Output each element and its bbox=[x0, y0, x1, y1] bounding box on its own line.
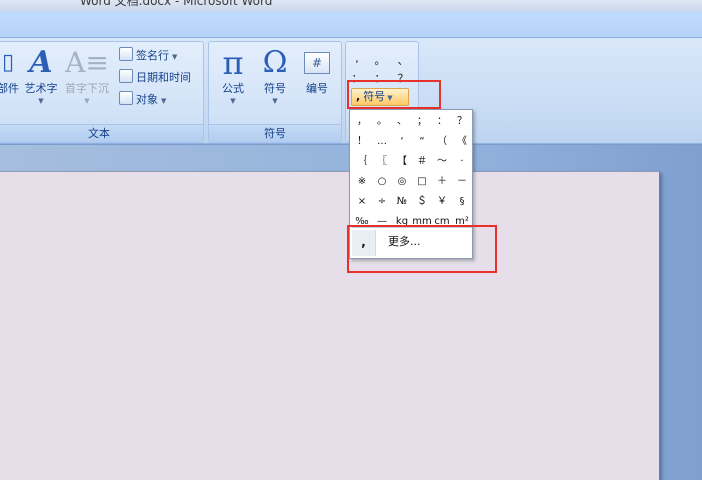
object-label: 对象 bbox=[136, 93, 158, 106]
symbol-cell[interactable]: ， bbox=[352, 112, 372, 132]
date-time-label: 日期和时间 bbox=[136, 71, 191, 84]
highlight-box-more-symbols bbox=[347, 225, 497, 273]
numbering-button[interactable]: # 编号 bbox=[297, 44, 337, 118]
signature-line-button[interactable]: 签名行 ▼ bbox=[119, 46, 177, 66]
symbol-cell[interactable]: （ bbox=[432, 132, 452, 152]
symbol-cell[interactable]: 。 bbox=[372, 112, 392, 132]
symbol-cell[interactable]: mm bbox=[412, 212, 432, 226]
quick-parts-icon: ▯ bbox=[1, 50, 15, 75]
symbol-cell[interactable]: ÷ bbox=[372, 192, 392, 212]
chevron-down-icon: ▼ bbox=[161, 97, 167, 105]
symbol-cell[interactable]: 《 bbox=[452, 132, 472, 152]
calendar-icon bbox=[119, 69, 133, 83]
text-group: ▯ 部件 A 艺术字 ▼ A≡ 首字下沉 ▼ 签名行 ▼ 日期和时间 对象 ▼ 文本 bbox=[0, 41, 204, 143]
symbol-cell[interactable]: ‰ bbox=[352, 212, 372, 226]
symbol-grid: ， 。 、 ； ： ？ ！ … ‘ “ （ 《 ｛ 〖 【 ＃ ～ · ※ ○ … bbox=[352, 112, 472, 226]
symbol-cell[interactable]: … bbox=[372, 132, 392, 152]
symbol-cell[interactable]: ￥ bbox=[432, 192, 452, 212]
symbol-cell[interactable]: § bbox=[452, 192, 472, 212]
drop-cap-button[interactable]: A≡ 首字下沉 ▼ bbox=[63, 44, 111, 118]
symbol-cell[interactable]: ‘ bbox=[392, 132, 412, 152]
wordart-icon: A bbox=[29, 45, 53, 80]
symbol-cell[interactable]: ○ bbox=[372, 172, 392, 192]
wordart-label: 艺术字 bbox=[24, 82, 58, 95]
symbol-cell[interactable]: — bbox=[372, 212, 392, 226]
symbol-label: 符号 bbox=[264, 82, 286, 95]
symbol-cell[interactable]: 〖 bbox=[372, 152, 392, 172]
drop-cap-label: 首字下沉 bbox=[65, 82, 109, 95]
chevron-down-icon: ▼ bbox=[230, 97, 236, 105]
symbol-button[interactable]: Ω 符号 ▼ bbox=[255, 44, 295, 118]
drop-cap-icon: A≡ bbox=[65, 46, 109, 79]
symbol-cell[interactable]: × bbox=[352, 192, 372, 212]
quick-parts-button[interactable]: ▯ 部件 bbox=[0, 44, 21, 118]
window-title: Word 文档.docx - Microsoft Word bbox=[80, 0, 273, 8]
chevron-down-icon: ▼ bbox=[172, 53, 178, 61]
symbol-cell[interactable]: m² bbox=[452, 212, 472, 226]
signature-icon bbox=[119, 47, 133, 61]
date-time-button[interactable]: 日期和时间 bbox=[119, 68, 191, 88]
symbol-cell[interactable]: ； bbox=[412, 112, 432, 132]
symbols-group: π 公式 ▼ Ω 符号 ▼ # 编号 符号 bbox=[208, 41, 342, 143]
symbol-cell[interactable]: ？ bbox=[452, 112, 472, 132]
symbol-cell[interactable]: cm bbox=[432, 212, 452, 226]
symbol-cell[interactable]: kg bbox=[392, 212, 412, 226]
symbol-cell[interactable]: － bbox=[452, 172, 472, 192]
symbol-cell[interactable]: ｛ bbox=[352, 152, 372, 172]
chevron-down-icon: ▼ bbox=[84, 97, 90, 105]
symbol-cell[interactable]: № bbox=[392, 192, 412, 212]
symbol-cell[interactable]: ※ bbox=[352, 172, 372, 192]
symbols-group-label: 符号 bbox=[209, 124, 341, 142]
quick-symbol[interactable]: , bbox=[350, 52, 364, 65]
symbol-cell[interactable]: 、 bbox=[392, 112, 412, 132]
symbol-cell[interactable]: 【 bbox=[392, 152, 412, 172]
symbol-cell[interactable]: ＃ bbox=[412, 152, 432, 172]
text-group-label: 文本 bbox=[0, 124, 203, 142]
number-icon: # bbox=[297, 44, 337, 82]
signature-label: 签名行 bbox=[136, 49, 169, 62]
ribbon-tab-strip bbox=[0, 12, 702, 38]
object-icon bbox=[119, 91, 133, 105]
symbol-cell[interactable]: ◎ bbox=[392, 172, 412, 192]
symbol-cell[interactable]: □ bbox=[412, 172, 432, 192]
symbol-cell[interactable]: · bbox=[452, 152, 472, 172]
pi-icon: π bbox=[222, 44, 244, 82]
wordart-button[interactable]: A 艺术字 ▼ bbox=[23, 44, 59, 118]
symbol-cell[interactable]: ～ bbox=[432, 152, 452, 172]
equation-label: 公式 bbox=[222, 82, 244, 95]
chevron-down-icon: ▼ bbox=[272, 97, 278, 105]
chevron-down-icon: ▼ bbox=[38, 97, 44, 105]
symbol-cell[interactable]: ＋ bbox=[432, 172, 452, 192]
symbol-cell[interactable]: ！ bbox=[352, 132, 372, 152]
document-page[interactable] bbox=[0, 171, 660, 480]
symbol-cell[interactable]: “ bbox=[412, 132, 432, 152]
quick-parts-label: 部件 bbox=[0, 82, 19, 95]
highlight-box-symbols-button bbox=[347, 80, 441, 109]
symbol-cell[interactable]: ： bbox=[432, 112, 452, 132]
quick-symbol[interactable]: 。 bbox=[373, 52, 387, 68]
equation-button[interactable]: π 公式 ▼ bbox=[213, 44, 253, 118]
omega-icon: Ω bbox=[262, 45, 288, 80]
object-button[interactable]: 对象 ▼ bbox=[119, 90, 166, 110]
symbol-cell[interactable]: ＄ bbox=[412, 192, 432, 212]
quick-symbol[interactable]: 、 bbox=[396, 52, 410, 68]
numbering-label: 编号 bbox=[306, 82, 328, 95]
title-bar: Word 文档.docx - Microsoft Word bbox=[0, 0, 702, 12]
